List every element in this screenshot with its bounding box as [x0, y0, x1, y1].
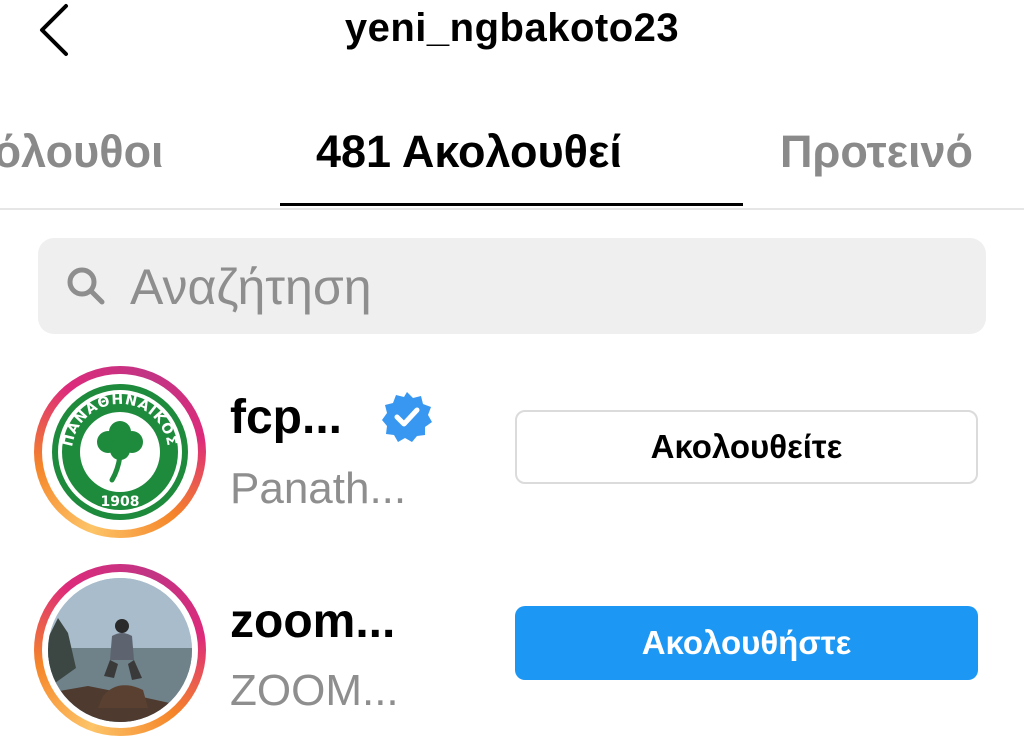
- list-item: zoom... ZOOM... Ακολουθήστε: [0, 556, 1024, 736]
- verified-badge-icon: [382, 392, 432, 442]
- full-name: ZOOM...: [230, 666, 399, 715]
- full-name: Panath...: [230, 464, 407, 513]
- story-ring[interactable]: [34, 564, 206, 736]
- story-ring[interactable]: ΠΑΝΑΘΗΝΑΪΚΟΣ 1908: [34, 366, 206, 538]
- avatar: [48, 578, 192, 722]
- username[interactable]: zoom...: [230, 594, 395, 649]
- following-button[interactable]: Ακολουθείτε: [515, 410, 978, 484]
- username[interactable]: fcp...: [230, 390, 342, 445]
- club-logo-icon: ΠΑΝΑΘΗΝΑΪΚΟΣ 1908: [52, 384, 188, 520]
- list-item: ΠΑΝΑΘΗΝΑΪΚΟΣ 1908 fcp... Panath... Ακολο…: [0, 360, 1024, 540]
- active-tab-indicator: [280, 203, 743, 206]
- tab-followers[interactable]: κόλουθοι: [0, 126, 164, 178]
- tab-following[interactable]: 481 Ακολουθεί: [316, 126, 622, 178]
- follow-button[interactable]: Ακολουθήστε: [515, 606, 978, 680]
- search-placeholder: Αναζήτηση: [130, 259, 372, 315]
- tab-suggested[interactable]: Προτεινό: [780, 126, 973, 178]
- avatar: ΠΑΝΑΘΗΝΑΪΚΟΣ 1908: [48, 380, 192, 524]
- search-input[interactable]: Αναζήτηση: [38, 238, 986, 334]
- tab-bar: κόλουθοι 481 Ακολουθεί Προτεινό: [0, 96, 1024, 210]
- top-bar: yeni_ngbakoto23: [0, 0, 1024, 62]
- svg-text:1908: 1908: [101, 494, 140, 510]
- landscape-photo-icon: [48, 578, 192, 722]
- search-icon: [67, 267, 105, 305]
- page-title: yeni_ngbakoto23: [344, 6, 680, 50]
